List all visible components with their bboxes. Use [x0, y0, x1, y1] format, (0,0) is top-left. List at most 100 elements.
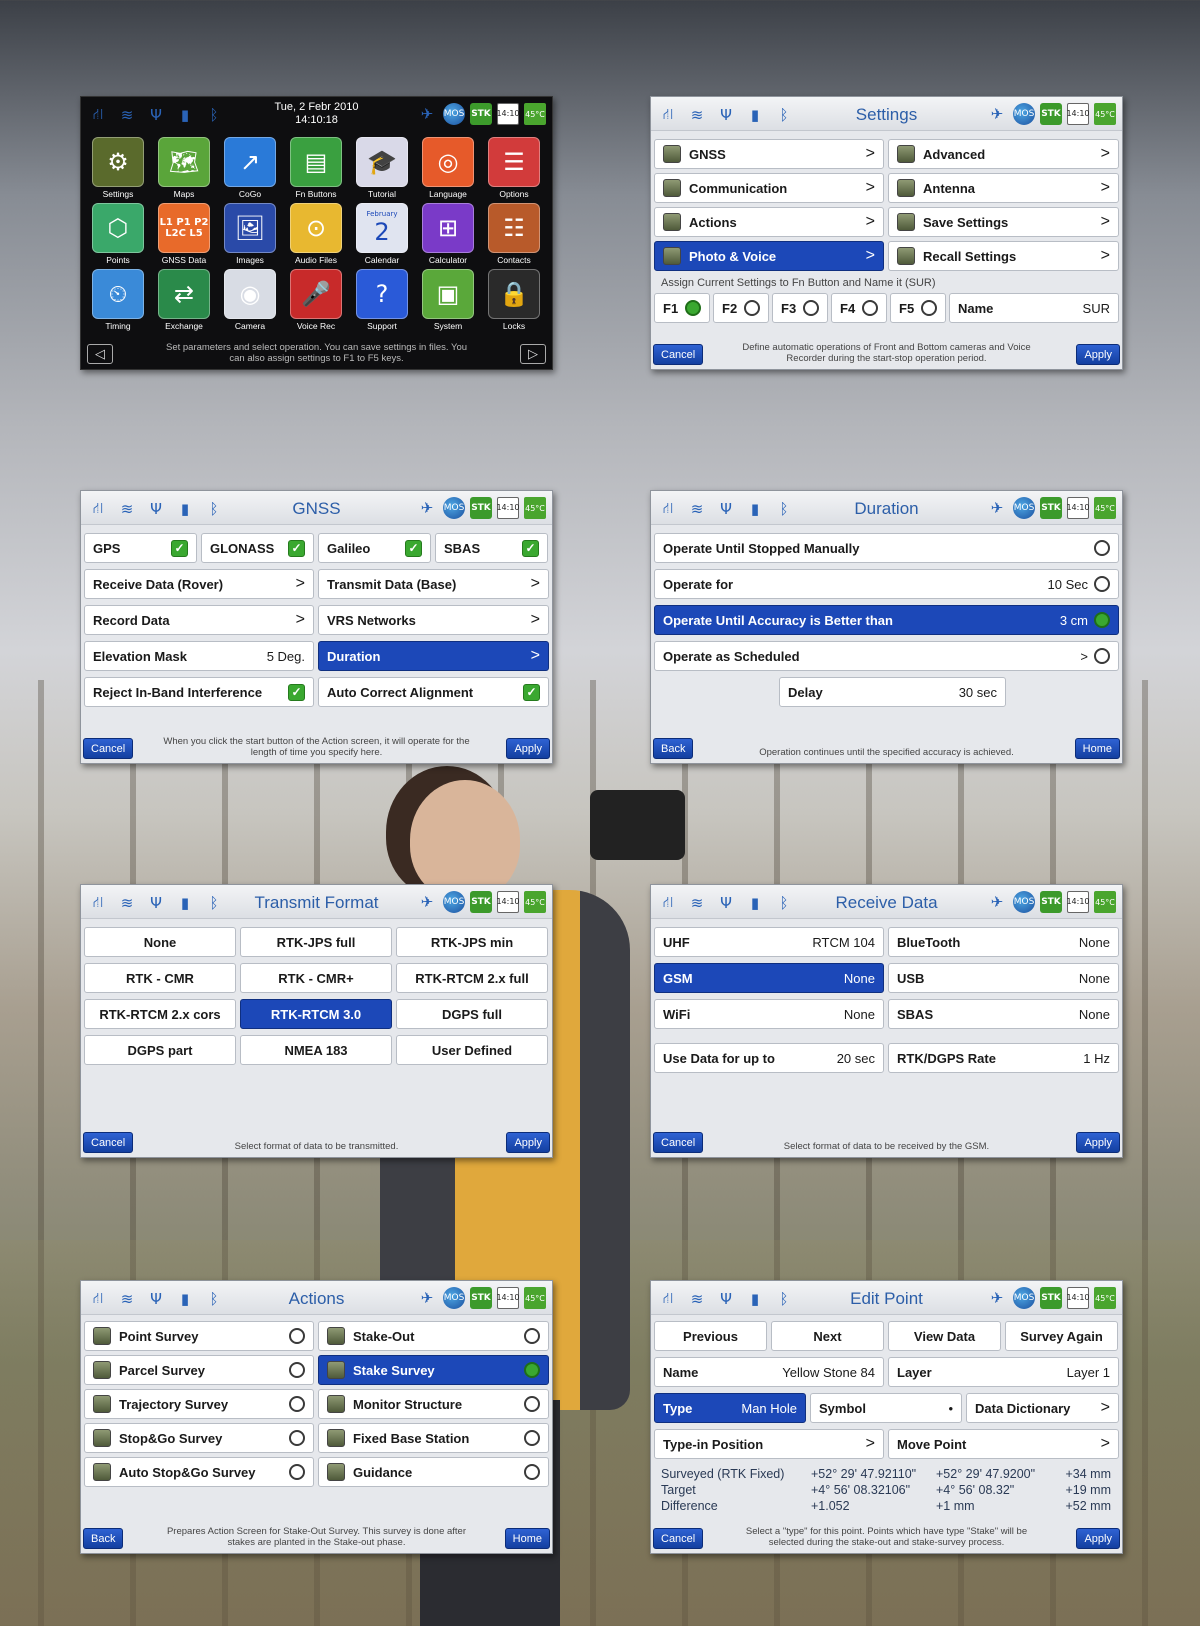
gnss-item-receive-data-rover-[interactable]: Receive Data (Rover) > — [84, 569, 314, 599]
settings-item-gnss[interactable]: GNSS > — [654, 139, 884, 169]
apply-button[interactable]: Apply — [506, 738, 550, 759]
app-voice-rec[interactable]: 🎤 Voice Rec — [289, 269, 343, 335]
settings-item-communication[interactable]: Communication > — [654, 173, 884, 203]
app-exchange[interactable]: ⇄ Exchange — [157, 269, 211, 335]
delay-field[interactable]: Delay 30 sec — [779, 677, 1006, 707]
name-field[interactable]: Name Yellow Stone 84 — [654, 1357, 884, 1387]
settings-item-save-settings[interactable]: Save Settings > — [888, 207, 1119, 237]
app-images[interactable]: 🖼 Images — [223, 203, 277, 269]
app-tutorial[interactable]: 🎓 Tutorial — [355, 137, 409, 203]
format-rtk-rtcm-2-x-full[interactable]: RTK-RTCM 2.x full — [396, 963, 548, 993]
back-button[interactable]: Back — [653, 738, 694, 759]
receive-usb[interactable]: USB None — [888, 963, 1119, 993]
preset-name-field[interactable]: Name SUR — [949, 293, 1119, 323]
gnss-system-galileo[interactable]: Galileo ✓ — [318, 533, 431, 563]
app-camera[interactable]: ◉ Camera — [223, 269, 277, 335]
action-parcel-survey[interactable]: Parcel Survey — [84, 1355, 314, 1385]
gnss-system-gps[interactable]: GPS ✓ — [84, 533, 197, 563]
back-button[interactable]: Back — [83, 1528, 124, 1549]
receive-rtk-dgps-rate[interactable]: RTK/DGPS Rate 1 Hz — [888, 1043, 1119, 1073]
format-rtk-jps-min[interactable]: RTK-JPS min — [396, 927, 548, 957]
action-trajectory-survey[interactable]: Trajectory Survey — [84, 1389, 314, 1419]
duration-item[interactable]: Duration > — [318, 641, 549, 671]
fn-key-f2[interactable]: F2 — [713, 293, 769, 323]
receive-gsm[interactable]: GSM None — [654, 963, 884, 993]
auto-correct-toggle[interactable]: Auto Correct Alignment ✓ — [318, 677, 549, 707]
cancel-button[interactable]: Cancel — [653, 1528, 704, 1549]
layer-field[interactable]: Layer Layer 1 — [888, 1357, 1119, 1387]
format-rtk-jps-full[interactable]: RTK-JPS full — [240, 927, 392, 957]
cancel-button[interactable]: Cancel — [83, 1132, 134, 1153]
receive-wifi[interactable]: WiFi None — [654, 999, 884, 1029]
tab-survey-again[interactable]: Survey Again — [1005, 1321, 1118, 1351]
app-fn-buttons[interactable]: ▤ Fn Buttons — [289, 137, 343, 203]
elevation-mask-field[interactable]: Elevation Mask 5 Deg. — [84, 641, 314, 671]
receive-sbas[interactable]: SBAS None — [888, 999, 1119, 1029]
fn-key-f5[interactable]: F5 — [890, 293, 946, 323]
app-system[interactable]: ▣ System — [421, 269, 475, 335]
operate-manual-option[interactable]: Operate Until Stopped Manually — [654, 533, 1119, 563]
app-timing[interactable]: ⏲ Timing — [91, 269, 145, 335]
cancel-button[interactable]: Cancel — [653, 344, 704, 365]
settings-item-antenna[interactable]: Antenna > — [888, 173, 1119, 203]
apply-button[interactable]: Apply — [506, 1132, 550, 1153]
app-calculator[interactable]: ⊞ Calculator — [421, 203, 475, 269]
type-in-position-button[interactable]: Type-in Position > — [654, 1429, 884, 1459]
action-guidance[interactable]: Guidance — [318, 1457, 549, 1487]
app-settings[interactable]: ⚙ Settings — [91, 137, 145, 203]
reject-interference-toggle[interactable]: Reject In-Band Interference ✓ — [84, 677, 314, 707]
format-user-defined[interactable]: User Defined — [396, 1035, 548, 1065]
operate-for-option[interactable]: Operate for 10 Sec — [654, 569, 1119, 599]
gnss-system-glonass[interactable]: GLONASS ✓ — [201, 533, 314, 563]
home-button[interactable]: Home — [1074, 738, 1120, 759]
apply-button[interactable]: Apply — [1076, 1132, 1120, 1153]
gnss-item-transmit-data-base-[interactable]: Transmit Data (Base) > — [318, 569, 549, 599]
apply-button[interactable]: Apply — [1076, 344, 1120, 365]
tab-view-data[interactable]: View Data — [888, 1321, 1001, 1351]
app-support[interactable]: ? Support — [355, 269, 409, 335]
data-dictionary-button[interactable]: Data Dictionary > — [966, 1393, 1119, 1423]
app-cogo[interactable]: ↗ CoGo — [223, 137, 277, 203]
app-calendar[interactable]: February 2 Calendar — [355, 203, 409, 269]
format-dgps-full[interactable]: DGPS full — [396, 999, 548, 1029]
app-gnss-data[interactable]: L1 P1 P2 L2C L5 GNSS Data — [157, 203, 211, 269]
action-point-survey[interactable]: Point Survey — [84, 1321, 314, 1351]
fn-key-f3[interactable]: F3 — [772, 293, 828, 323]
format-rtk-rtcm-2-x-cors[interactable]: RTK-RTCM 2.x cors — [84, 999, 236, 1029]
format-rtk-cmr-[interactable]: RTK - CMR+ — [240, 963, 392, 993]
action-stake-survey[interactable]: Stake Survey — [318, 1355, 549, 1385]
gnss-system-sbas[interactable]: SBAS ✓ — [435, 533, 548, 563]
tab-next[interactable]: Next — [771, 1321, 884, 1351]
app-contacts[interactable]: ☷ Contacts — [487, 203, 541, 269]
receive-uhf[interactable]: UHF RTCM 104 — [654, 927, 884, 957]
action-stake-out[interactable]: Stake-Out — [318, 1321, 549, 1351]
format-rtk-cmr[interactable]: RTK - CMR — [84, 963, 236, 993]
operate-accuracy-option[interactable]: Operate Until Accuracy is Better than 3 c… — [654, 605, 1119, 635]
app-locks[interactable]: 🔒 Locks — [487, 269, 541, 335]
action-stop-go-survey[interactable]: Stop&Go Survey — [84, 1423, 314, 1453]
gnss-item-record-data[interactable]: Record Data > — [84, 605, 314, 635]
tab-previous[interactable]: Previous — [654, 1321, 767, 1351]
cancel-button[interactable]: Cancel — [653, 1132, 704, 1153]
receive-bluetooth[interactable]: BlueTooth None — [888, 927, 1119, 957]
format-nmea-183[interactable]: NMEA 183 — [240, 1035, 392, 1065]
next-page-button[interactable]: ▷ — [520, 344, 546, 364]
fn-key-f1[interactable]: F1 — [654, 293, 710, 323]
format-dgps-part[interactable]: DGPS part — [84, 1035, 236, 1065]
format-rtk-rtcm-3-0[interactable]: RTK-RTCM 3.0 — [240, 999, 392, 1029]
symbol-field[interactable]: Symbol • — [810, 1393, 962, 1423]
prev-page-button[interactable]: ◁ — [87, 344, 113, 364]
settings-item-recall-settings[interactable]: Recall Settings > — [888, 241, 1119, 271]
move-point-button[interactable]: Move Point > — [888, 1429, 1119, 1459]
action-auto-stop-go-survey[interactable]: Auto Stop&Go Survey — [84, 1457, 314, 1487]
cancel-button[interactable]: Cancel — [83, 738, 134, 759]
settings-item-advanced[interactable]: Advanced > — [888, 139, 1119, 169]
action-fixed-base-station[interactable]: Fixed Base Station — [318, 1423, 549, 1453]
gnss-item-vrs-networks[interactable]: VRS Networks > — [318, 605, 549, 635]
fn-key-f4[interactable]: F4 — [831, 293, 887, 323]
action-monitor-structure[interactable]: Monitor Structure — [318, 1389, 549, 1419]
app-language[interactable]: ◎ Language — [421, 137, 475, 203]
type-field[interactable]: Type Man Hole — [654, 1393, 806, 1423]
app-options[interactable]: ☰ Options — [487, 137, 541, 203]
app-maps[interactable]: 🗺 Maps — [157, 137, 211, 203]
